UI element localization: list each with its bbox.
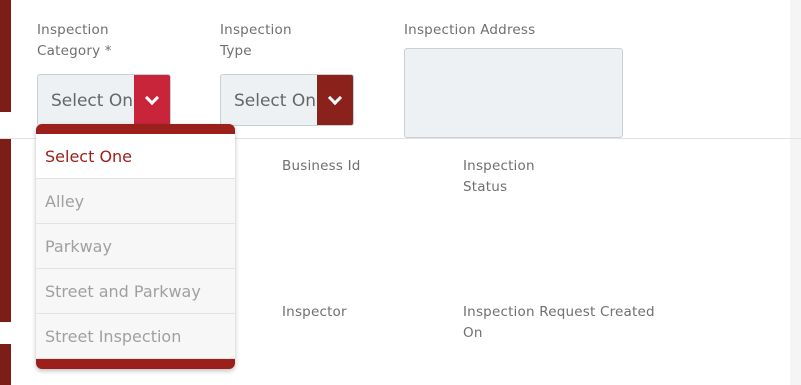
inspection-category-dropdown: Select One Alley Parkway Street and Park… — [36, 124, 235, 369]
chevron-down-icon[interactable] — [134, 75, 170, 125]
business-id-label: Business Id — [282, 158, 361, 174]
left-edge-band — [0, 0, 11, 385]
inspection-status-label: Inspection Status — [463, 156, 535, 198]
dropdown-option-street-and-parkway[interactable]: Street and Parkway — [36, 269, 235, 314]
label-line: Inspection — [37, 22, 109, 38]
dropdown-option-alley[interactable]: Alley — [36, 179, 235, 224]
label-line: Status — [463, 179, 508, 195]
inspection-category-label: Inspection Category * — [37, 20, 112, 62]
right-edge-band — [790, 0, 801, 385]
label-line: Inspection — [463, 158, 535, 174]
dropdown-options: Select One Alley Parkway Street and Park… — [36, 134, 235, 359]
label-line: On — [463, 325, 483, 341]
left-edge-gap — [0, 112, 11, 138]
dropdown-option-parkway[interactable]: Parkway — [36, 224, 235, 269]
inspection-type-label: Inspection Type — [220, 20, 292, 62]
left-edge-gap — [0, 322, 11, 344]
inspection-category-select[interactable]: Select One — [37, 74, 171, 126]
chevron-down-icon[interactable] — [317, 75, 353, 125]
dropdown-option-street-inspection[interactable]: Street Inspection — [36, 314, 235, 359]
label-line: Category * — [37, 43, 112, 59]
inspector-label: Inspector — [282, 304, 347, 320]
inspection-form: Inspection Category * Select One Inspect… — [0, 0, 801, 385]
inspection-address-label: Inspection Address — [404, 22, 536, 38]
dropdown-option-select-one[interactable]: Select One — [36, 134, 235, 179]
label-line: Inspection — [220, 22, 292, 38]
inspection-address-textarea[interactable] — [404, 48, 623, 138]
inspection-type-select[interactable]: Select One — [220, 74, 354, 126]
label-line: Type — [220, 43, 252, 59]
select-value: Select One — [51, 91, 144, 111]
inspection-request-created-label: Inspection Request Created On — [463, 302, 655, 344]
label-line: Inspection Request Created — [463, 304, 655, 320]
select-value: Select One — [234, 91, 327, 111]
